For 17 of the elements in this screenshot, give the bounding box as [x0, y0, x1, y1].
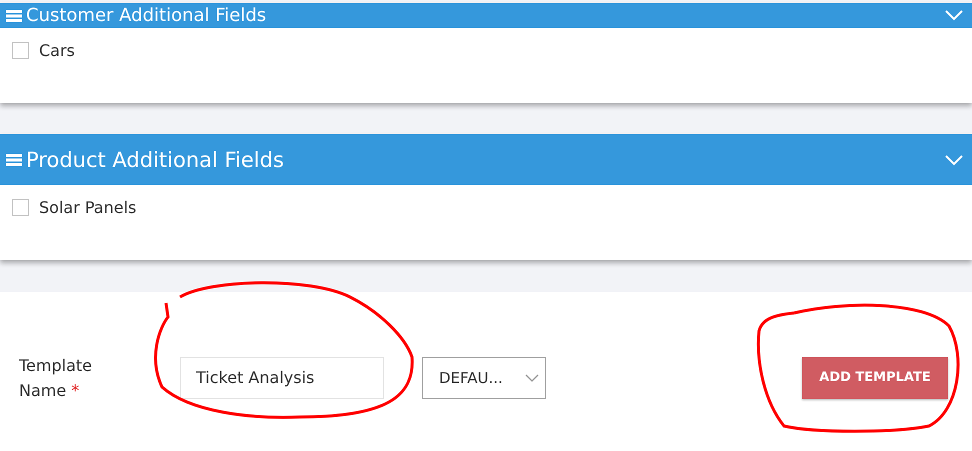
checkbox[interactable]: [12, 199, 29, 216]
panel-header[interactable]: Product Additional Fields: [0, 134, 972, 185]
chevron-down-icon: [525, 374, 539, 382]
panel-title: Product Additional Fields: [26, 146, 284, 172]
dropdown[interactable]: DEFAU...: [422, 356, 546, 398]
checkbox-label: Cars: [39, 41, 75, 60]
add-template-button[interactable]: ADD TEMPLATE: [802, 356, 948, 398]
list-icon: [6, 154, 22, 166]
checkbox[interactable]: [12, 42, 29, 59]
field-label: Template Name *: [19, 354, 94, 402]
checkbox-label: Solar Panels: [39, 198, 136, 217]
chevron-down-icon[interactable]: [944, 154, 964, 166]
panel-header[interactable]: Customer Additional Fields: [0, 3, 972, 28]
list-icon: [6, 10, 22, 22]
input-field[interactable]: Ticket Analysis: [180, 356, 384, 398]
chevron-down-icon[interactable]: [944, 9, 964, 21]
panel-title: Customer Additional Fields: [26, 5, 266, 27]
